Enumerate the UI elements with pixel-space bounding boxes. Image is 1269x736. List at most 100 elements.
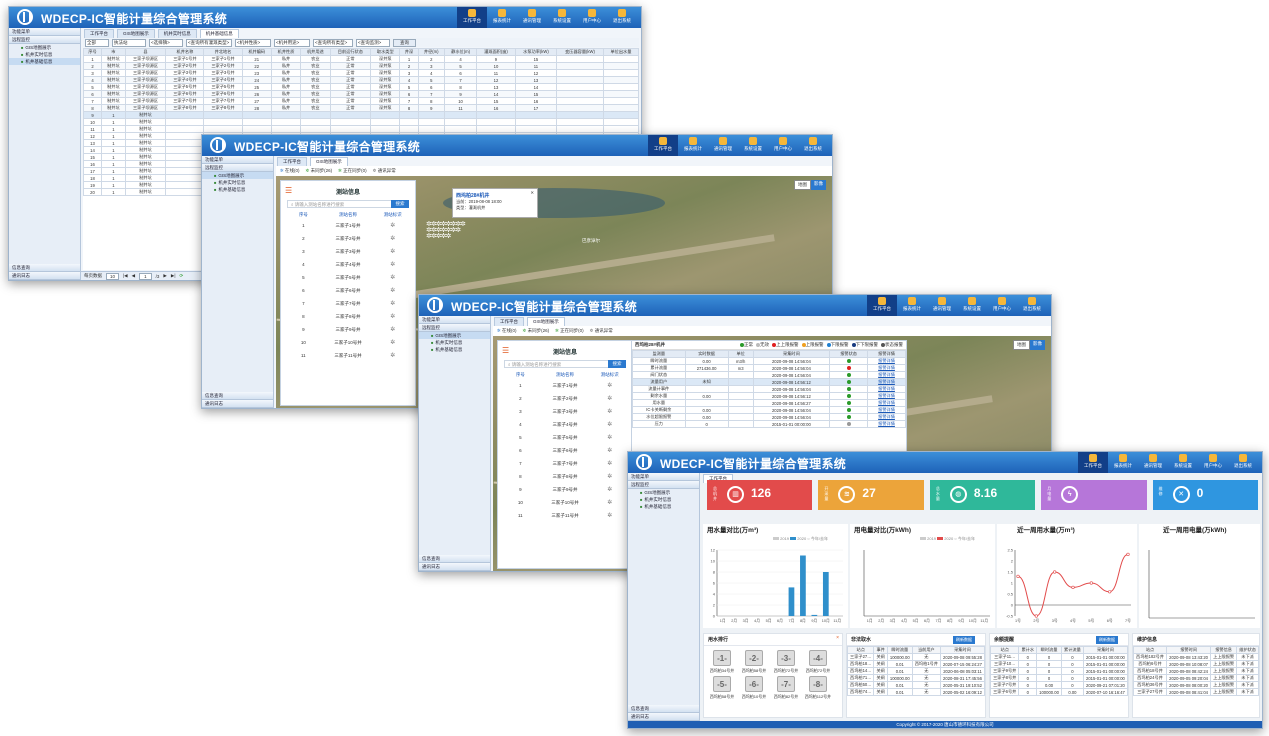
nav-reports[interactable]: 报表统计 bbox=[1108, 452, 1138, 473]
alarm-detail-link[interactable]: 报警详情 bbox=[867, 406, 906, 414]
nav-logout[interactable]: 退出系统 bbox=[798, 135, 828, 156]
table-row[interactable]: 三家子11… 0 0 0 2015-01-01 00:00:00 bbox=[989, 653, 1129, 661]
refresh-icon[interactable]: ⟳ bbox=[180, 273, 184, 279]
station-list-item[interactable]: 11 三家子11号井 ✲ bbox=[281, 349, 415, 362]
rank-item[interactable]: -3- 西坞柏72号井 bbox=[770, 648, 802, 674]
nav-user[interactable]: 用户中心 bbox=[577, 7, 607, 28]
card-repair[interactable]: 维修 ✕ 0 bbox=[1152, 480, 1259, 510]
sidebar-item-query[interactable]: 信息查询 bbox=[419, 555, 490, 563]
sidebar-group-remote[interactable]: 远程监控 bbox=[9, 36, 80, 44]
nav-settings[interactable]: 系统设置 bbox=[1168, 452, 1198, 473]
table-row[interactable]: 三家子8号井 0 0 0 2015-01-01 00:00:00 bbox=[989, 674, 1129, 682]
legend-syncing[interactable]: ✲ 正在同步(0) bbox=[338, 168, 367, 174]
alarm-detail-link[interactable]: 报警详情 bbox=[867, 392, 906, 400]
well-cluster[interactable]: ✲✲✲✲✲✲✲✲ ✲✲✲✲✲✲✲ ✲✲✲✲✲ bbox=[426, 221, 486, 250]
alarm-detail-link[interactable]: 报警详情 bbox=[867, 364, 906, 372]
table-row[interactable]: 8 制井坑 三家子坝源区 三家子8号井 三家子8号井 28 私井 农业 正常 深井泵 8 9 11 16 1… bbox=[83, 104, 639, 112]
satellite-button[interactable]: 影像 bbox=[811, 180, 826, 190]
station-list-item[interactable]: 11 三家子11号井 ✲ bbox=[498, 509, 632, 522]
nav-user[interactable]: 用户中心 bbox=[768, 135, 798, 156]
table-row[interactable]: 西坞柏74… 关闸 0.01 无 2020-05-02 16:09:12 bbox=[846, 688, 985, 696]
alarm-detail-link[interactable]: 报警详情 bbox=[867, 371, 906, 379]
map-button[interactable]: 地图 bbox=[1013, 340, 1030, 350]
nav-logout[interactable]: 退出系统 bbox=[607, 7, 637, 28]
list-icon[interactable]: ☰ bbox=[502, 346, 509, 355]
tab-gis[interactable]: GIS地图展示 bbox=[310, 157, 348, 166]
station-list-item[interactable]: 7 三家子7号井 ✲ bbox=[281, 297, 415, 310]
sidebar-item-log[interactable]: 通讯日志 bbox=[628, 713, 699, 721]
nav-reports[interactable]: 报表统计 bbox=[678, 135, 708, 156]
sidebar-item-gis[interactable]: GIS地图展示 bbox=[628, 489, 699, 496]
station-list-item[interactable]: 1 三家子1号井 ✲ bbox=[498, 379, 632, 392]
nav-settings[interactable]: 系统设置 bbox=[957, 295, 987, 316]
sidebar-item-basic[interactable]: 机井基础信息 bbox=[628, 503, 699, 510]
query-button[interactable]: 查询 bbox=[393, 38, 416, 47]
station-list-item[interactable]: 2 三家子2号井 ✲ bbox=[281, 232, 415, 245]
close-icon[interactable]: ✕ bbox=[530, 190, 534, 195]
type-select[interactable]: <查询所有类型> bbox=[313, 38, 353, 47]
tab-workbench[interactable]: 工作平台 bbox=[84, 29, 114, 38]
table-row[interactable]: 4 制井坑 三家子坝源区 三家子4号井 三家子4号井 24 私井 农业 正常 深井泵 4 5 7 12 13 bbox=[83, 76, 639, 84]
nav-reports[interactable]: 报表统计 bbox=[487, 7, 517, 28]
rank-item[interactable]: -2- 西坞柏58号井 bbox=[738, 648, 770, 674]
nav-user[interactable]: 用户中心 bbox=[1198, 452, 1228, 473]
map-button[interactable]: 地图 bbox=[794, 180, 811, 190]
rank-item[interactable]: -5- 西坞柏58号井 bbox=[706, 674, 738, 700]
refresh-button[interactable]: 刷新数据 bbox=[953, 636, 975, 644]
table-row[interactable]: 西坞柏182号井 2020-09-08 13:43:20 上上限报警 未下派 bbox=[1132, 653, 1259, 661]
detail-row[interactable]: 剩余水量 0.00 2020-09-08 14:56:12 报警详情 bbox=[632, 392, 906, 400]
nav-settings[interactable]: 系统设置 bbox=[547, 7, 577, 28]
range-select[interactable]: 全部 bbox=[85, 38, 109, 47]
sidebar-item-basic[interactable]: 机井基础信息 bbox=[202, 186, 273, 193]
search-input[interactable]: ⌕ 请输入测站名称进行搜索 搜索 bbox=[504, 360, 626, 368]
table-row[interactable]: 三家子27号井 2020-09-08 08:41:04 上上限报警 未下派 bbox=[1132, 688, 1259, 696]
table-row[interactable]: 西坞柏18… 关闸 0.01 西坞柏1号井 2020-07-15 06:24:27 bbox=[846, 660, 985, 668]
nav-workbench[interactable]: 工作平台 bbox=[457, 7, 487, 28]
station-list-item[interactable]: 9 三家子9号井 ✲ bbox=[281, 323, 415, 336]
table-row[interactable]: 10 1 制井坑 bbox=[83, 118, 639, 126]
nav-logout[interactable]: 退出系统 bbox=[1228, 452, 1258, 473]
alarm-detail-link[interactable]: 报警详情 bbox=[867, 420, 906, 428]
page-size-select[interactable]: 10 bbox=[106, 272, 120, 280]
alarm-detail-link[interactable]: 报警详情 bbox=[867, 399, 906, 407]
sidebar-item-log[interactable]: 通讯日志 bbox=[202, 400, 273, 408]
legend-online[interactable]: ✲ 在线(0) bbox=[280, 168, 300, 174]
nav-workbench[interactable]: 工作平台 bbox=[867, 295, 897, 316]
sidebar-item-query[interactable]: 信息查询 bbox=[9, 264, 80, 272]
table-row[interactable]: 7 制井坑 三家子坝源区 三家子7号井 三家子7号井 27 私井 农业 正常 深井泵 7 8 10 15 1… bbox=[83, 97, 639, 105]
station-list-item[interactable]: 6 三家子6号井 ✲ bbox=[498, 444, 632, 457]
nav-logout[interactable]: 退出系统 bbox=[1017, 295, 1047, 316]
sidebar-item-log[interactable]: 通讯日志 bbox=[419, 563, 490, 571]
search-button[interactable]: 搜索 bbox=[608, 360, 626, 368]
prev-page-icon[interactable]: ◀ bbox=[132, 273, 135, 279]
detail-row[interactable]: 流量计事件 2020-09-08 14:56:04 报警详情 bbox=[632, 385, 906, 393]
alarm-detail-link[interactable]: 报警详情 bbox=[867, 413, 906, 421]
sidebar-item-gis[interactable]: GIS地图展示 bbox=[9, 44, 80, 51]
legend-online[interactable]: ✲ 在线(0) bbox=[497, 328, 517, 334]
station-list-item[interactable]: 10 三家子10号井 ✲ bbox=[498, 496, 632, 509]
sidebar-group-remote[interactable]: 远程监控 bbox=[628, 481, 699, 489]
list-icon[interactable]: ☰ bbox=[285, 186, 292, 195]
table-row[interactable]: 三家子7号井 0 0.00 0 2020-09-21 07:01:20 bbox=[989, 681, 1129, 689]
last-page-icon[interactable]: ▶| bbox=[171, 273, 176, 279]
table-row[interactable]: 1 制井坑 三家子坝源区 三家子1号井 三家子1号井 21 私井 农业 正常 深井泵 1 2 4 9 15 bbox=[83, 55, 639, 63]
rank-item[interactable]: -1- 西坞柏34号井 bbox=[706, 648, 738, 674]
sidebar-item-realtime[interactable]: 机井实时信息 bbox=[419, 339, 490, 346]
sidebar-item-realtime[interactable]: 机井实时信息 bbox=[628, 496, 699, 503]
detail-row[interactable]: 累计流量 271436.00 m3 2020-09-08 14:56:04 报警详情 bbox=[632, 364, 906, 372]
legend-error[interactable]: ✲ 通讯异常 bbox=[373, 168, 396, 174]
rank-item[interactable]: -8- 西坞柏112号井 bbox=[802, 674, 834, 700]
nav-workbench[interactable]: 工作平台 bbox=[1078, 452, 1108, 473]
table-row[interactable]: 3 制井坑 三家子坝源区 三家子3号井 三家子3号井 23 私井 农业 正常 深井泵 3 4 6 11 12 bbox=[83, 69, 639, 77]
table-row[interactable]: 三家子27… 关闸 100000.00 无 2020-09-08 09:55:28 bbox=[846, 653, 985, 661]
sidebar-item-realtime[interactable]: 机井实时信息 bbox=[9, 51, 80, 58]
town-select[interactable]: <选择镇> bbox=[149, 38, 183, 47]
detail-row[interactable]: IC卡关断剩余 0.00 2020-09-08 14:56:04 报警详情 bbox=[632, 406, 906, 414]
sidebar-item-realtime[interactable]: 机井实时信息 bbox=[202, 179, 273, 186]
table-row[interactable]: 西坞柏24号井 2020-09-05 09:20:04 上上限报警 未下派 bbox=[1132, 674, 1259, 682]
sidebar-item-gis[interactable]: GIS地图展示 bbox=[202, 172, 273, 179]
nav-reports[interactable]: 报表统计 bbox=[897, 295, 927, 316]
detail-row[interactable]: 流量用户 未知 2020-09-08 14:56:12 报警详情 bbox=[632, 378, 906, 386]
station-list-item[interactable]: 8 三家子8号井 ✲ bbox=[281, 310, 415, 323]
station-list-item[interactable]: 5 三家子5号井 ✲ bbox=[281, 271, 415, 284]
